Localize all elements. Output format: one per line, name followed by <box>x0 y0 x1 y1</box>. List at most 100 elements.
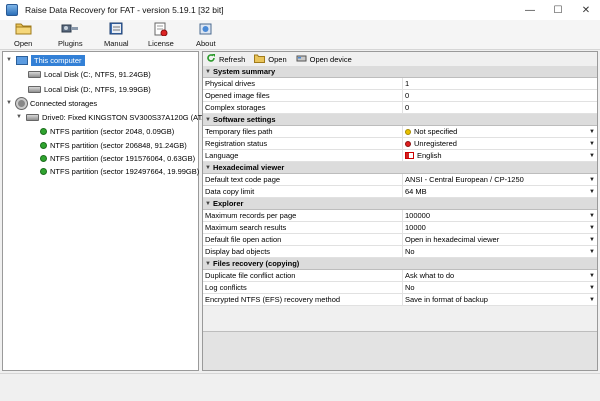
tree-item-local-disk-c[interactable]: Local Disk (C:, NTFS, 91.24GB) <box>25 68 151 80</box>
window-controls: — ☐ ✕ <box>516 0 600 20</box>
chevron-down-icon[interactable]: ▼ <box>589 273 595 279</box>
maximize-button[interactable]: ☐ <box>544 0 572 20</box>
tree-item-partition[interactable]: NTFS partition (sector 206848, 91.24GB) <box>37 139 187 151</box>
property-row[interactable]: Encrypted NTFS (EFS) recovery method Sav… <box>203 293 597 306</box>
drive-icon <box>26 113 39 121</box>
partition-ok-icon <box>40 167 47 175</box>
section-hex-viewer[interactable]: ▼ Hexadecimal viewer <box>203 162 597 174</box>
refresh-button[interactable]: Refresh <box>206 53 245 65</box>
tree-item-connected-storages[interactable]: ▼ Connected storages <box>5 97 97 109</box>
property-row[interactable]: Language English ▼ <box>203 149 597 162</box>
partition-ok-icon <box>40 141 47 149</box>
plugins-button[interactable]: Plugins <box>58 21 83 49</box>
chevron-down-icon[interactable]: ▼ <box>589 141 595 147</box>
section-software-settings[interactable]: ▼ Software settings <box>203 114 597 126</box>
window-title: Raise Data Recovery for FAT - version 5.… <box>25 5 224 15</box>
status-bar <box>0 373 600 401</box>
chevron-down-icon[interactable]: ▼ <box>589 237 595 243</box>
license-button[interactable]: License <box>148 21 174 49</box>
device-icon <box>296 54 307 65</box>
property-row[interactable]: Default text code page ANSI - Central Eu… <box>203 173 597 186</box>
open-button[interactable]: Open <box>14 21 32 49</box>
error-dot-icon <box>405 140 411 147</box>
chevron-down-icon[interactable]: ▼ <box>589 249 595 255</box>
refresh-icon <box>206 53 216 65</box>
log-conflicts-select[interactable]: No ▼ <box>402 281 597 294</box>
registration-status-value[interactable]: Unregistered ▼ <box>402 137 597 150</box>
property-row[interactable]: Temporary files path Not specified ▼ <box>203 125 597 138</box>
chevron-down-icon[interactable]: ▼ <box>203 165 213 171</box>
property-row[interactable]: Maximum records per page 100000 ▼ <box>203 209 597 222</box>
efs-method-select[interactable]: Save in format of backup ▼ <box>402 293 597 306</box>
tree-item-partition[interactable]: NTFS partition (sector 2048, 0.09GB) <box>37 125 174 137</box>
maximize-icon: ☐ <box>553 4 563 16</box>
chevron-down-icon[interactable]: ▼ <box>203 261 213 267</box>
chevron-down-icon[interactable]: ▼ <box>589 213 595 219</box>
panel-open-button[interactable]: Open <box>254 54 287 65</box>
section-explorer[interactable]: ▼ Explorer <box>203 198 597 210</box>
property-grid: ▼ System summary Physical drives 1 Opene… <box>203 66 597 306</box>
chevron-down-icon[interactable]: ▼ <box>589 189 595 195</box>
chevron-down-icon[interactable]: ▼ <box>589 177 595 183</box>
folder-icon <box>14 21 32 36</box>
collapse-icon[interactable]: ▼ <box>5 57 13 63</box>
minimize-icon: — <box>525 4 535 16</box>
license-icon <box>152 21 170 36</box>
language-select[interactable]: English ▼ <box>402 149 597 162</box>
flag-icon <box>405 152 414 159</box>
manual-button[interactable]: Manual <box>104 21 129 49</box>
close-icon: ✕ <box>581 4 591 16</box>
storage-tree: ▼ This computer Local Disk (C:, NTFS, 91… <box>2 51 209 371</box>
property-row[interactable]: Registration status Unregistered ▼ <box>203 137 597 150</box>
tree-item-local-disk-d[interactable]: Local Disk (D:, NTFS, 19.99GB) <box>25 83 151 95</box>
max-search-select[interactable]: 10000 ▼ <box>402 221 597 234</box>
tree-item-partition[interactable]: NTFS partition (sector 191576064, 0.63GB… <box>37 152 195 164</box>
section-system-summary[interactable]: ▼ System summary <box>203 66 597 78</box>
tree-item-this-computer[interactable]: ▼ This computer <box>5 54 85 66</box>
property-row[interactable]: Display bad objects No ▼ <box>203 245 597 258</box>
property-row: Physical drives 1 <box>203 77 597 90</box>
chevron-down-icon[interactable]: ▼ <box>589 153 595 159</box>
title-bar: Raise Data Recovery for FAT - version 5.… <box>0 0 600 20</box>
chevron-down-icon[interactable]: ▼ <box>589 285 595 291</box>
partition-ok-icon <box>40 127 47 135</box>
collapse-icon[interactable]: ▼ <box>15 114 23 120</box>
property-row: Complex storages 0 <box>203 101 597 114</box>
bad-objects-select[interactable]: No ▼ <box>402 245 597 258</box>
partition-ok-icon <box>40 154 47 162</box>
plugins-icon <box>61 21 79 36</box>
conflict-action-select[interactable]: Ask what to do ▼ <box>402 269 597 282</box>
chevron-down-icon[interactable]: ▼ <box>203 69 213 75</box>
description-area <box>203 331 597 370</box>
about-button[interactable]: About <box>196 21 216 49</box>
disk-icon <box>28 70 41 78</box>
property-row[interactable]: Default file open action Open in hexadec… <box>203 233 597 246</box>
section-files-recovery[interactable]: ▼ Files recovery (copying) <box>203 258 597 270</box>
about-icon <box>197 21 215 36</box>
properties-panel: Refresh Open Open device ▼ System summar… <box>202 51 598 371</box>
property-row[interactable]: Duplicate file conflict action Ask what … <box>203 269 597 282</box>
tree-item-drive0[interactable]: ▼ Drive0: Fixed KINGSTON SV300S37A120G (… <box>15 111 209 123</box>
chevron-down-icon[interactable]: ▼ <box>589 129 595 135</box>
computer-icon <box>16 55 28 65</box>
property-row[interactable]: Maximum search results 10000 ▼ <box>203 221 597 234</box>
copy-limit-select[interactable]: 64 MB ▼ <box>402 185 597 198</box>
open-action-select[interactable]: Open in hexadecimal viewer ▼ <box>402 233 597 246</box>
code-page-select[interactable]: ANSI - Central European / CP-1250 ▼ <box>402 173 597 186</box>
collapse-icon[interactable]: ▼ <box>5 100 13 106</box>
minimize-button[interactable]: — <box>516 0 544 20</box>
chevron-down-icon[interactable]: ▼ <box>203 201 213 207</box>
property-row[interactable]: Log conflicts No ▼ <box>203 281 597 294</box>
property-row[interactable]: Data copy limit 64 MB ▼ <box>203 185 597 198</box>
property-row: Opened image files 0 <box>203 89 597 102</box>
chevron-down-icon[interactable]: ▼ <box>203 117 213 123</box>
chevron-down-icon[interactable]: ▼ <box>589 297 595 303</box>
disk-icon <box>28 85 41 93</box>
max-records-select[interactable]: 100000 ▼ <box>402 209 597 222</box>
close-button[interactable]: ✕ <box>572 0 600 20</box>
warning-dot-icon <box>405 128 411 135</box>
temp-path-value[interactable]: Not specified ▼ <box>402 125 597 138</box>
open-device-button[interactable]: Open device <box>296 54 352 65</box>
chevron-down-icon[interactable]: ▼ <box>589 225 595 231</box>
tree-item-partition[interactable]: NTFS partition (sector 192497664, 19.99G… <box>37 165 199 177</box>
